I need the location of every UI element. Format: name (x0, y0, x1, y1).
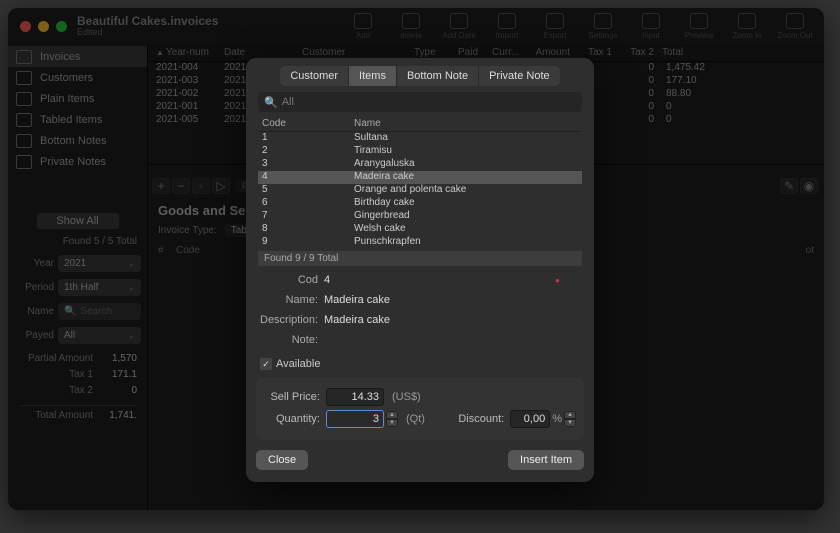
quantity-input[interactable] (326, 410, 384, 428)
form-note-label: Note: (260, 334, 324, 346)
list-item[interactable]: 3Aranygaluska (258, 158, 582, 171)
item-search-input[interactable]: 🔍 All (258, 92, 582, 112)
list-item[interactable]: 1Sultana (258, 132, 582, 145)
tab-items[interactable]: Items (349, 66, 397, 86)
form-code-label: Cod (260, 274, 324, 286)
form-desc-label: Description: (260, 314, 324, 326)
list-item[interactable]: 9Punschkrapfen (258, 236, 582, 249)
insert-item-button[interactable]: Insert Item (508, 450, 584, 470)
search-icon: 🔍 (264, 96, 278, 109)
app-window: Beautiful Cakes.invoices Edited Adddelet… (8, 8, 824, 510)
list-item[interactable]: 8Welsh cake (258, 223, 582, 236)
sell-price-label: Sell Price: (264, 391, 326, 403)
discount-stepper[interactable]: ▴▾ (564, 411, 576, 427)
tab-customer[interactable]: Customer (280, 66, 349, 86)
tab-private-note[interactable]: Private Note (479, 66, 560, 86)
tab-bottom-note[interactable]: Bottom Note (397, 66, 479, 86)
form-code-value: 4 (324, 274, 330, 286)
sheet-tabs: Customer Items Bottom Note Private Note (246, 58, 594, 92)
available-checkbox[interactable]: ✓ (260, 358, 272, 370)
discount-label: Discount: (458, 413, 504, 425)
list-item[interactable]: 2Tiramisu (258, 145, 582, 158)
items-found-label: Found 9 / 9 Total (258, 251, 582, 266)
form-name-value: Madeira cake (324, 294, 390, 306)
available-label: Available (276, 358, 320, 370)
form-desc-value: Madeira cake (324, 314, 390, 326)
sell-price-unit: (US$) (392, 391, 421, 403)
sell-price-input[interactable] (326, 388, 384, 406)
list-item[interactable]: 7Gingerbread (258, 210, 582, 223)
price-panel: Sell Price: (US$) Quantity: ▴▾ (Qt) Disc… (256, 378, 584, 440)
quantity-label: Quantity: (264, 413, 326, 425)
close-button[interactable]: Close (256, 450, 308, 470)
list-item[interactable]: 5Orange and polenta cake (258, 184, 582, 197)
list-item[interactable]: 6Birthday cake (258, 197, 582, 210)
quantity-stepper[interactable]: ▴▾ (386, 411, 398, 427)
list-item[interactable]: 4Madeira cake (258, 171, 582, 184)
discount-input[interactable] (510, 410, 550, 428)
required-indicator-icon: ● (555, 276, 580, 285)
quantity-unit: (Qt) (406, 413, 425, 425)
items-col-code[interactable]: Code (258, 118, 354, 131)
item-picker-sheet: Customer Items Bottom Note Private Note … (246, 58, 594, 482)
discount-unit: % (552, 413, 562, 425)
items-col-name[interactable]: Name (354, 118, 582, 131)
form-name-label: Name: (260, 294, 324, 306)
